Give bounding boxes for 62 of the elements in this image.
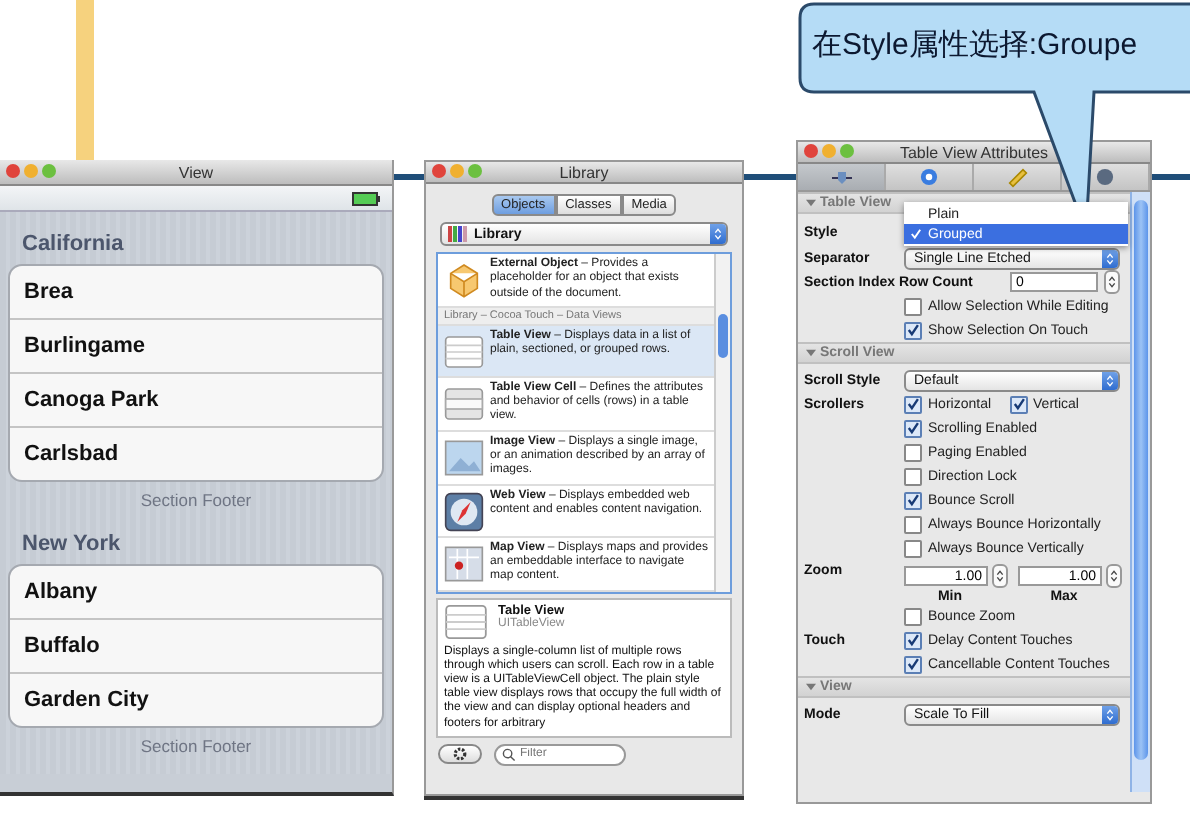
info-icon[interactable] bbox=[920, 168, 938, 186]
slider-icon[interactable] bbox=[829, 169, 853, 185]
close-button[interactable] bbox=[6, 164, 20, 178]
scroll-bar[interactable] bbox=[714, 254, 730, 592]
close-button[interactable] bbox=[432, 164, 446, 178]
table-row[interactable]: Buffalo bbox=[10, 620, 382, 674]
checkbox[interactable] bbox=[904, 419, 922, 437]
table-row[interactable]: Carlsbad bbox=[10, 428, 382, 480]
connections-icon[interactable] bbox=[1096, 168, 1114, 186]
table-row[interactable]: Albany bbox=[10, 566, 382, 620]
search-icon bbox=[502, 747, 516, 762]
battery-icon bbox=[352, 191, 380, 205]
disclosure-triangle-icon bbox=[806, 682, 816, 692]
stepper[interactable] bbox=[1106, 564, 1122, 588]
table-row[interactable]: Burlingame bbox=[10, 320, 382, 374]
table-cell-icon bbox=[444, 383, 484, 424]
checkbox[interactable] bbox=[904, 491, 922, 509]
checkbox[interactable] bbox=[904, 607, 922, 625]
scroll-bar[interactable] bbox=[1130, 192, 1150, 792]
checkbox[interactable] bbox=[904, 467, 922, 485]
checkbox[interactable] bbox=[904, 515, 922, 533]
close-button[interactable] bbox=[804, 144, 818, 158]
up-down-arrows-icon bbox=[996, 568, 1004, 584]
image-icon bbox=[444, 437, 484, 478]
checkbox[interactable] bbox=[904, 297, 922, 315]
up-down-arrows-icon bbox=[1108, 274, 1116, 290]
action-button[interactable] bbox=[438, 744, 482, 765]
window-title: Library bbox=[559, 163, 609, 181]
table-row[interactable]: Brea bbox=[10, 266, 382, 320]
checkbox[interactable] bbox=[904, 321, 922, 339]
up-down-arrows-icon bbox=[1106, 707, 1114, 721]
checkbox[interactable] bbox=[1009, 395, 1028, 413]
checkbox[interactable] bbox=[904, 631, 922, 649]
table-row[interactable]: Garden City bbox=[10, 674, 382, 726]
stepper[interactable] bbox=[1104, 270, 1120, 294]
up-down-arrows-icon bbox=[1110, 568, 1118, 584]
books-icon bbox=[448, 226, 468, 242]
compass-icon bbox=[444, 491, 484, 532]
settings-icon bbox=[452, 746, 468, 763]
table-icon bbox=[444, 331, 484, 372]
callout-text: 在Style属性选择:Groupe bbox=[812, 26, 1138, 64]
section-header: New York bbox=[20, 530, 123, 560]
table-icon bbox=[444, 603, 488, 640]
up-down-arrows-icon bbox=[714, 226, 722, 242]
section-header: California bbox=[20, 230, 126, 260]
stepper[interactable] bbox=[992, 564, 1008, 588]
up-down-arrows-icon bbox=[1106, 373, 1114, 387]
checkbox[interactable] bbox=[904, 655, 922, 673]
section-footer: Section Footer bbox=[8, 728, 384, 774]
checkmark-icon bbox=[910, 228, 922, 240]
checkbox[interactable] bbox=[904, 443, 922, 461]
section-footer: Section Footer bbox=[8, 482, 384, 528]
up-down-arrows-icon bbox=[1106, 251, 1114, 265]
checkbox[interactable] bbox=[904, 539, 922, 557]
window-title: View bbox=[178, 163, 214, 181]
disclosure-triangle-icon bbox=[806, 348, 816, 358]
table-row[interactable]: Canoga Park bbox=[10, 374, 382, 428]
window-title: Table View Attributes bbox=[899, 143, 1049, 161]
map-icon bbox=[444, 543, 484, 584]
cube-icon bbox=[444, 260, 484, 300]
checkbox[interactable] bbox=[904, 395, 922, 413]
disclosure-triangle-icon bbox=[806, 198, 816, 208]
